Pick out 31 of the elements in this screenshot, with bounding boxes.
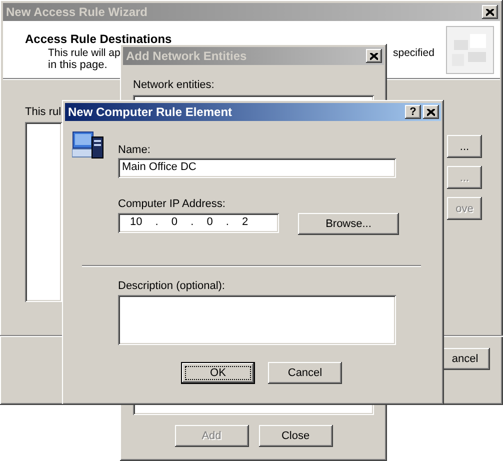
page-description: This rule will ap (48, 47, 120, 59)
description-field[interactable] (118, 295, 396, 345)
close-button[interactable] (366, 49, 382, 63)
destination-list[interactable] (25, 122, 62, 302)
close-button[interactable] (423, 105, 439, 119)
window-title: New Computer Rule Element (68, 105, 234, 119)
field-label: Description (optional): (118, 280, 226, 292)
close-icon (486, 8, 494, 16)
page-description: in this page. (47, 59, 108, 71)
instruction-text: This rul (25, 106, 62, 118)
dialog-button[interactable]: OK (181, 362, 255, 384)
field-label: Name: (118, 144, 152, 156)
window-title: New Access Rule Wizard (6, 5, 148, 19)
close-icon (427, 108, 435, 116)
close-icon (370, 52, 378, 60)
dialog-button[interactable]: Cancel (268, 362, 342, 384)
dialog-button[interactable]: ... (447, 135, 482, 158)
ip-address-field[interactable]: 10 . 0 . 0 . 2 (118, 213, 279, 233)
help-button[interactable]: ? (405, 105, 421, 119)
window-title: Add Network Entities (126, 49, 248, 63)
field-label: Computer IP Address: (118, 198, 226, 210)
page-description: specified (393, 47, 434, 59)
computer-icon (72, 131, 104, 160)
dialog-button[interactable]: Browse... (298, 213, 399, 235)
title-bar[interactable]: New Computer Rule Element ? (65, 103, 441, 121)
list-label: Network entities: (133, 79, 216, 91)
wizard-header-graphic (446, 26, 494, 74)
name-field[interactable]: Main Office DC (118, 158, 396, 178)
dialog-button[interactable]: Close (258, 425, 332, 447)
page-heading: Access Rule Destinations (24, 31, 173, 46)
close-button[interactable] (482, 5, 498, 19)
